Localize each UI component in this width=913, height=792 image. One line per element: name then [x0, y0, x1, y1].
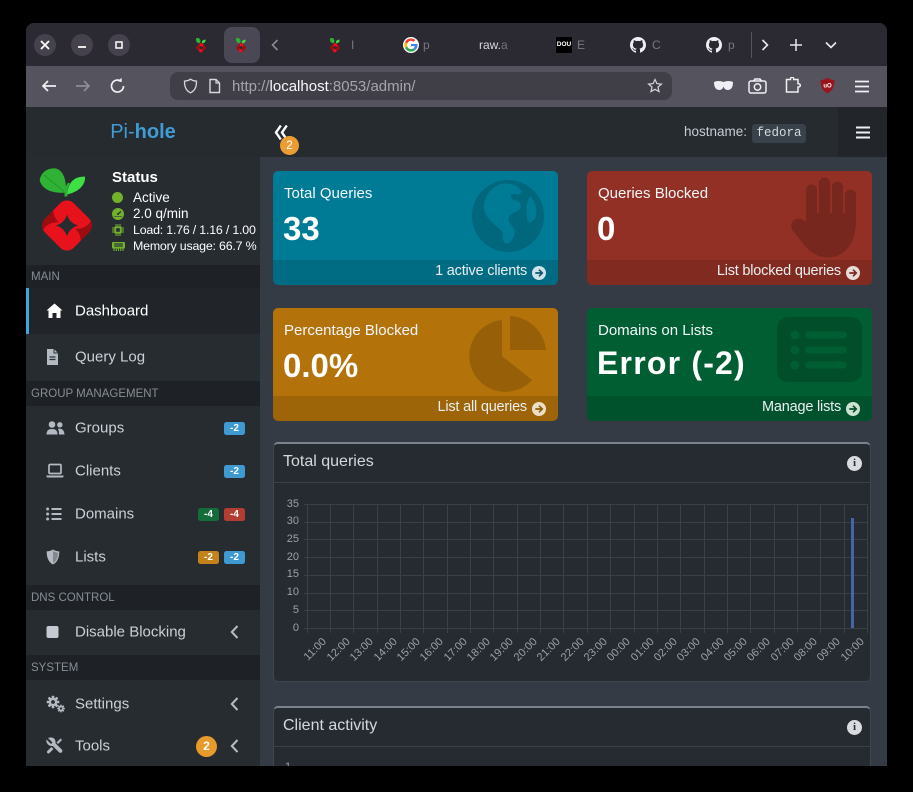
- svg-text:uO: uO: [823, 84, 832, 90]
